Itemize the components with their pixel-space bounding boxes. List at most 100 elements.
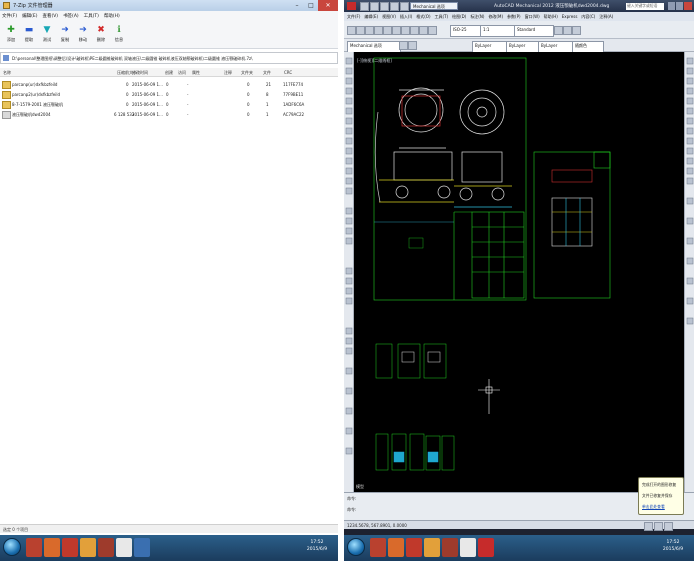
status-toggle-icon[interactable]: [644, 522, 653, 531]
cad-menu-dimension[interactable]: 标注(N): [470, 14, 484, 20]
notification-link[interactable]: 单击此处查看: [642, 504, 665, 510]
taskbar-app-icon[interactable]: [98, 538, 114, 557]
taskbar-app-icon[interactable]: [62, 538, 78, 557]
minimize-icon[interactable]: –: [290, 0, 304, 11]
tool-icon[interactable]: [401, 26, 410, 35]
workspace-select[interactable]: Mechanical 选项: [410, 2, 458, 10]
cad-menu-modify[interactable]: 修改(M): [488, 14, 503, 20]
info-button[interactable]: ℹ 信息: [110, 23, 128, 47]
column-created[interactable]: 创建: [165, 70, 173, 76]
tool-icon[interactable]: [365, 26, 374, 35]
table-row[interactable]: 液压颚破机dwd2004 6 128 533 2015-06-09 1... 0…: [0, 110, 338, 119]
dim-style-select[interactable]: ISO-25: [450, 25, 482, 37]
tool-icon[interactable]: [419, 26, 428, 35]
taskbar-app-icon[interactable]: [80, 538, 96, 557]
archive-path-bar[interactable]: D:\personal\整理图纸\调整后\设计\破碎机\PE二级圆锥破碎机 双轴…: [0, 52, 338, 64]
clock[interactable]: 17:52 2015/6/9: [300, 539, 334, 553]
cad-menu-annotate[interactable]: 注释(A): [599, 14, 613, 20]
tool-icon[interactable]: [374, 26, 383, 35]
tool-icon[interactable]: [347, 26, 356, 35]
autocad-logo-icon[interactable]: [347, 2, 356, 10]
start-button[interactable]: [3, 538, 21, 556]
table-row[interactable]: parcanp(ur)dxfkbzfeild 0 2015-06-09 1...…: [0, 80, 338, 89]
tool-icon[interactable]: [554, 26, 563, 35]
taskbar-app-icon[interactable]: [460, 538, 476, 557]
taskbar-app-icon[interactable]: [424, 538, 440, 557]
draw-tool-icons[interactable]: [344, 52, 354, 492]
cad-menu-draw[interactable]: 绘图(D): [452, 14, 466, 20]
taskbar-app-icon[interactable]: [116, 538, 132, 557]
move-button[interactable]: ➔ 移动: [74, 23, 92, 47]
tool-icon[interactable]: [356, 26, 365, 35]
save-icon[interactable]: [380, 2, 389, 11]
command-prompt[interactable]: 命令:: [347, 507, 356, 513]
redo-icon[interactable]: [400, 2, 409, 11]
drawing-canvas[interactable]: [-][俯视][二维线框]: [354, 52, 684, 492]
tool-icon[interactable]: [392, 26, 401, 35]
cad-title-bar[interactable]: Mechanical 选项 AutoCAD Mechanical 2012 液压…: [344, 0, 694, 12]
column-folders[interactable]: 文件夹: [241, 70, 253, 76]
cad-menu-content[interactable]: 内容(C): [581, 14, 595, 20]
cad-menu-format[interactable]: 格式(O): [416, 14, 430, 20]
menu-file[interactable]: 文件(F): [2, 13, 17, 19]
taskbar-app-icon[interactable]: [26, 538, 42, 557]
open-file-icon[interactable]: [370, 2, 379, 11]
column-attributes[interactable]: 属性: [192, 70, 200, 76]
column-modified[interactable]: 修改时间: [132, 70, 148, 76]
taskbar-app-icon[interactable]: [406, 538, 422, 557]
taskbar-app-icon[interactable]: [388, 538, 404, 557]
cad-menu-tools[interactable]: 工具(T): [435, 14, 449, 20]
text-style-select[interactable]: Standard: [514, 25, 554, 37]
cad-menu-window[interactable]: 窗口(W): [525, 14, 540, 20]
menu-help[interactable]: 帮助(H): [104, 13, 120, 19]
status-toggle-icon[interactable]: [664, 522, 673, 531]
menu-view[interactable]: 查看(V): [42, 13, 58, 19]
menu-edit[interactable]: 编辑(E): [22, 13, 37, 19]
taskbar-app-icon[interactable]: [134, 538, 150, 557]
tool-icon[interactable]: [383, 26, 392, 35]
layer-tool-icon[interactable]: [399, 41, 408, 50]
folder-up-icon[interactable]: [3, 55, 9, 61]
column-accessed[interactable]: 访问: [178, 70, 186, 76]
taskbar-app-icon[interactable]: [370, 538, 386, 557]
undo-icon[interactable]: [390, 2, 399, 11]
cad-search-input[interactable]: 键入关键字或短语: [626, 3, 664, 10]
column-comment[interactable]: 注释: [224, 70, 232, 76]
cad-menu-file[interactable]: 文件(F): [347, 14, 360, 20]
taskbar-autocad-icon[interactable]: [478, 538, 494, 557]
maximize-icon[interactable]: [676, 2, 683, 10]
cad-menu-insert[interactable]: 插入(I): [400, 14, 412, 20]
tool-icon[interactable]: [410, 26, 419, 35]
tool-icon[interactable]: [572, 26, 581, 35]
archive-title-bar[interactable]: 7-Zip 文件管理器 – □ ✕: [0, 0, 338, 11]
status-toggle-icon[interactable]: [654, 522, 663, 531]
model-tab[interactable]: 模型: [356, 484, 364, 492]
cad-menu-parametric[interactable]: 参数(P): [507, 14, 521, 20]
extract-button[interactable]: ▬ 提取: [20, 23, 38, 47]
cad-menu-help[interactable]: 帮助(H): [544, 14, 558, 20]
column-files[interactable]: 文件: [263, 70, 271, 76]
cad-menu-express[interactable]: Express: [562, 14, 578, 19]
menu-bookmarks[interactable]: 书签(A): [63, 13, 79, 19]
table-row[interactable]: 8-7-1579-2001 液压颚破机 0 2015-06-09 1... 0 …: [0, 100, 338, 109]
modify-tool-icons[interactable]: [685, 52, 694, 492]
cad-menu-edit[interactable]: 编辑(E): [364, 14, 378, 20]
scale-select[interactable]: 1:1: [480, 25, 516, 37]
delete-button[interactable]: ✖ 删除: [92, 23, 110, 47]
start-button[interactable]: [347, 538, 365, 556]
close-icon[interactable]: ✕: [318, 0, 338, 11]
menu-tools[interactable]: 工具(T): [84, 13, 99, 19]
clock[interactable]: 17:52 2015/6/9: [656, 539, 690, 553]
close-icon[interactable]: [684, 2, 692, 10]
tool-icon[interactable]: [428, 26, 437, 35]
table-row[interactable]: parcanp2(ur)dxfkbzfeild 0 2015-06-09 1..…: [0, 90, 338, 99]
maximize-icon[interactable]: □: [304, 0, 318, 11]
layer-tool-icon[interactable]: [408, 41, 417, 50]
cad-menu-view[interactable]: 视图(V): [382, 14, 396, 20]
taskbar-app-icon[interactable]: [442, 538, 458, 557]
minimize-icon[interactable]: [668, 2, 675, 10]
copy-button[interactable]: ➜ 复制: [56, 23, 74, 47]
tool-icon[interactable]: [563, 26, 572, 35]
recovery-notification[interactable]: 完成打开的图形修复 文件已修复并保存 单击此处查看: [638, 477, 684, 515]
test-button[interactable]: ▼ 测试: [38, 23, 56, 47]
